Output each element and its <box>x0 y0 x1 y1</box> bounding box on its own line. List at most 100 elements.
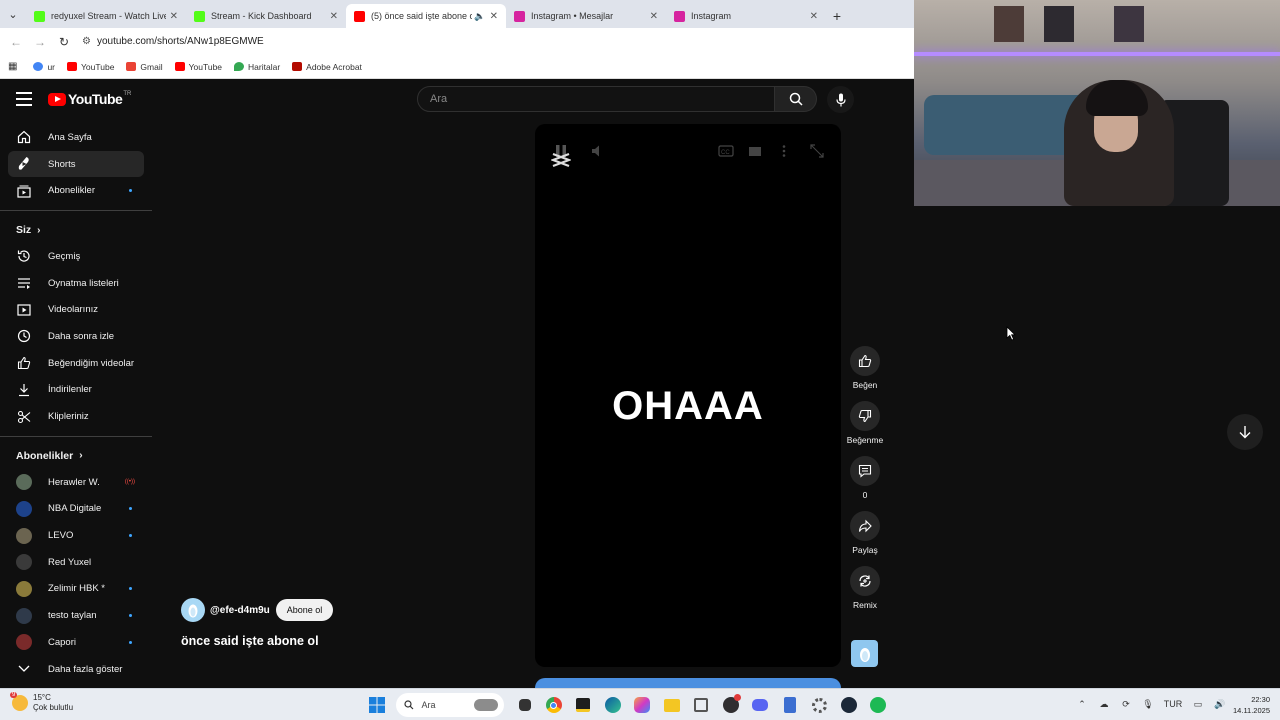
edge-icon[interactable] <box>602 694 624 716</box>
menu-icon[interactable] <box>16 92 32 106</box>
mini-player-icon[interactable] <box>748 144 762 158</box>
new-content-dot <box>129 640 132 644</box>
system-clock[interactable]: 22:30 14.11.2025 <box>1226 694 1270 716</box>
sidebar-item-your-videos[interactable]: Videolarınız <box>0 296 152 323</box>
chrome-icon[interactable] <box>543 694 565 716</box>
bookmark[interactable]: Gmail <box>126 62 163 72</box>
sound-thumbnail[interactable] <box>851 640 878 667</box>
sidebar-item-history[interactable]: Geçmiş <box>0 243 152 270</box>
youtube-favicon-icon <box>354 10 365 22</box>
obs-icon[interactable] <box>720 694 742 716</box>
close-tab-icon[interactable]: ✕ <box>490 11 498 22</box>
player-controls: CC <box>535 124 841 180</box>
steam-icon[interactable] <box>838 694 860 716</box>
video-title[interactable]: önce said işte abone ol <box>181 634 319 648</box>
weather-icon: 9 <box>10 692 28 711</box>
share-button[interactable]: Paylaş <box>845 511 885 555</box>
you-section-header[interactable]: Siz › <box>0 217 152 243</box>
dislike-button[interactable]: Beğenme <box>845 401 885 445</box>
remix-button[interactable]: Remix <box>845 566 885 610</box>
microphone-icon[interactable]: 🎙 <box>1140 696 1156 712</box>
subscriptions-section-header[interactable]: Abonelikler › <box>0 443 152 469</box>
close-tab-icon[interactable]: ✕ <box>810 11 818 22</box>
bookmark[interactable]: ur <box>33 62 55 72</box>
sidebar-item-watch-later[interactable]: Daha sonra izle <box>0 323 152 350</box>
sidebar-item-playlists[interactable]: Oynatma listeleri <box>0 270 152 297</box>
browser-tab[interactable]: Stream - Kick Dashboard ✕ <box>186 4 346 28</box>
browser-tab[interactable]: redyuxel Stream - Watch Live o ✕ <box>26 4 186 28</box>
subscription-item[interactable]: Herawler W. ((•)) <box>0 469 152 496</box>
new-tab-button[interactable]: + <box>826 4 848 28</box>
network-icon[interactable]: ▭ <box>1190 696 1206 712</box>
video-caption-text: OHAAA <box>612 384 764 428</box>
youtube-logo[interactable]: YouTube TR <box>48 91 131 107</box>
calculator-icon[interactable] <box>779 694 801 716</box>
sidebar-item-shorts[interactable]: Shorts <box>8 150 144 178</box>
sidebar-item-downloads[interactable]: İndirilenler <box>0 377 152 404</box>
like-button[interactable]: Beğen <box>845 346 885 390</box>
fullscreen-icon[interactable] <box>810 144 824 158</box>
close-tab-icon[interactable]: ✕ <box>650 11 658 22</box>
sidebar-item-liked[interactable]: Beğendiğim videolar <box>0 350 152 377</box>
spotify-icon[interactable] <box>867 694 889 716</box>
search-input[interactable]: Ara <box>417 86 775 112</box>
bookmark[interactable]: Adobe Acrobat <box>292 62 362 72</box>
url-field[interactable]: ⚙ youtube.com/shorts/ANw1p8EGMWE <box>82 36 264 47</box>
subscription-item[interactable]: LEVO <box>0 522 152 549</box>
youtube-play-icon <box>48 92 66 106</box>
volume-icon[interactable] <box>591 144 605 158</box>
sidebar-item-subscriptions[interactable]: Abonelikler <box>0 177 152 204</box>
close-tab-icon[interactable]: ✕ <box>170 11 178 22</box>
task-view-icon[interactable] <box>518 699 531 711</box>
browser-tab[interactable]: Instagram ✕ <box>666 4 826 28</box>
site-info-icon[interactable]: ⚙ <box>82 36 91 47</box>
language-indicator[interactable]: TUR <box>1162 696 1184 712</box>
discord-icon[interactable] <box>749 694 771 716</box>
subscription-item[interactable]: Red Yuxel <box>0 549 152 576</box>
apps-grid-icon[interactable]: ▦ <box>8 61 17 72</box>
bookmark[interactable]: YouTube <box>174 62 222 72</box>
subscription-item[interactable]: testo taylan <box>0 602 152 629</box>
channel-handle[interactable]: @efe-d4m9u <box>210 605 270 616</box>
subscription-item[interactable]: Zelimir HBK * <box>0 576 152 603</box>
speaker-icon[interactable]: 🔈 <box>474 11 485 22</box>
reload-icon[interactable]: ↻ <box>52 35 76 49</box>
close-tab-icon[interactable]: ✕ <box>330 11 338 22</box>
start-button[interactable] <box>366 694 388 716</box>
comment-count: 0 <box>862 490 868 500</box>
show-more-button[interactable]: Daha fazla göster <box>0 656 152 683</box>
next-short-preview[interactable] <box>535 678 841 688</box>
sync-icon[interactable]: ⟳ <box>1118 696 1134 712</box>
chevron-up-icon[interactable]: ⌃ <box>1074 696 1090 712</box>
bookmark[interactable]: YouTube <box>67 62 114 72</box>
copilot-icon[interactable] <box>631 694 653 716</box>
next-video-button[interactable] <box>1227 414 1263 450</box>
bookmark[interactable]: Haritalar <box>234 62 280 72</box>
shorts-player[interactable]: CC OHAAA <box>535 124 841 667</box>
voice-search-button[interactable] <box>827 86 854 113</box>
notepad-app-icon[interactable] <box>572 694 594 716</box>
tab-title: Stream - Kick Dashboard <box>211 11 312 21</box>
channel-avatar[interactable] <box>181 598 205 622</box>
onedrive-icon[interactable]: ☁ <box>1096 696 1112 712</box>
captions-icon[interactable]: CC <box>718 144 734 158</box>
subscribe-button[interactable]: Abone ol <box>275 599 334 621</box>
channel-name: LEVO <box>48 530 74 542</box>
tab-search-icon[interactable]: ⌄ <box>0 0 26 28</box>
more-options-icon[interactable] <box>781 144 787 158</box>
browser-tab[interactable]: Instagram • Mesajlar ✕ <box>506 4 666 28</box>
file-explorer-icon[interactable] <box>661 694 683 716</box>
sidebar-item-home[interactable]: Ana Sayfa <box>0 124 152 151</box>
subscription-item[interactable]: NBA Digitale <box>0 496 152 523</box>
browser-tab-active[interactable]: (5) önce said işte abone ol 🔈 ✕ <box>346 4 506 28</box>
weather-widget[interactable]: 9 15°C Çok bulutlu <box>10 692 73 713</box>
taskbar-search[interactable]: Ara <box>395 693 504 717</box>
snipping-tool-icon[interactable] <box>690 694 712 716</box>
comments-button[interactable]: 0 <box>845 456 885 500</box>
forward-icon[interactable]: → <box>28 35 52 49</box>
search-button[interactable] <box>775 86 817 112</box>
settings-gear-icon[interactable] <box>808 694 830 716</box>
sidebar-item-clips[interactable]: Klipleriniz <box>0 403 152 430</box>
back-icon[interactable]: ← <box>4 35 28 49</box>
subscription-item[interactable]: Capori <box>0 629 152 656</box>
